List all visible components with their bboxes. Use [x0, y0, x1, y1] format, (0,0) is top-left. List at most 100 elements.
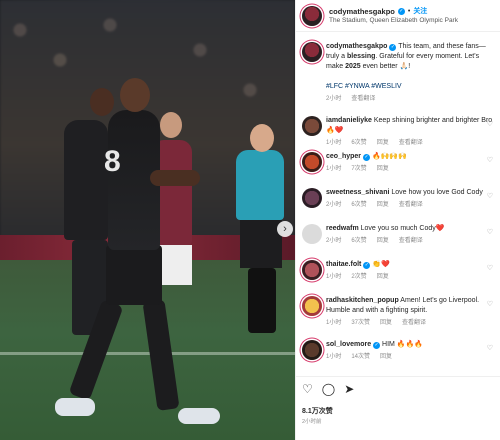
follow-button[interactable]: 关注 [413, 6, 427, 16]
caption-username[interactable]: codymathesgakpo [326, 43, 387, 50]
avatar[interactable] [302, 224, 322, 244]
comment-text: Love how you love God Cody [391, 189, 483, 196]
avatar[interactable] [302, 116, 322, 136]
comment-likes[interactable]: 6次赞 [351, 138, 366, 148]
jersey-number: 8 [104, 145, 121, 178]
caption-bold-1: blessing [347, 53, 376, 60]
opponent-head [160, 112, 182, 138]
comment-likes[interactable]: 6次赞 [351, 200, 366, 210]
reply-link[interactable]: 回复 [377, 272, 389, 282]
reply-link[interactable]: 回复 [377, 236, 389, 246]
comment-meta: 2小时 6次赞 回复 查看翻译 [326, 200, 494, 210]
share-icon[interactable]: ➤ [344, 383, 354, 395]
heart-icon[interactable]: ♡ [487, 156, 493, 164]
chevron-right-icon[interactable]: › [277, 221, 293, 237]
comment-time: 1小时 [326, 320, 342, 326]
comment-time: 1小时 [326, 140, 342, 146]
player-head [120, 78, 150, 112]
referee-shorts [240, 220, 282, 268]
comment-time: 1小时 [326, 354, 342, 360]
comment-meta: 1小时 7次赞 回复 [326, 164, 494, 174]
translate-link[interactable]: 查看翻译 [399, 138, 423, 148]
caption-bold-2: 2025 [345, 63, 361, 70]
avatar[interactable] [302, 42, 322, 62]
verified-icon: ✓ [397, 7, 405, 15]
comment-body: iamdanieliyke Keep shining brighter and … [326, 116, 494, 148]
comment-likes[interactable]: 7次赞 [351, 164, 366, 174]
verified-icon: ✓ [373, 342, 381, 349]
translate-link[interactable]: 查看翻译 [402, 318, 426, 328]
caption-time: 2小时 [326, 96, 342, 102]
username-link[interactable]: codymathesgakpo [329, 7, 395, 16]
likes-count[interactable]: 8.1万次赞 [302, 406, 333, 416]
comment-body: thaitae.folt ✓ 👏❤️ 1小时 2次赞 回复 [326, 260, 494, 282]
comment-username[interactable]: thaitae.folt [326, 261, 361, 268]
comment-username[interactable]: radhaskitchen_popup [326, 297, 399, 304]
comment-username[interactable]: iamdanieliyke [326, 117, 372, 124]
separator-dot: • [407, 7, 411, 15]
heart-icon[interactable]: ♡ [487, 264, 493, 272]
comment-time: 2小时 [326, 238, 342, 244]
translate-link[interactable]: 查看翻译 [399, 200, 423, 210]
avatar[interactable] [302, 152, 322, 172]
heart-icon[interactable]: ♡ [487, 344, 493, 352]
heart-icon[interactable]: ♡ [302, 383, 313, 395]
comment-text: Love you so much Cody❤️ [360, 225, 445, 232]
referee-head [250, 124, 274, 152]
heart-icon[interactable]: ♡ [487, 120, 493, 128]
post-time: 2小时前 [302, 419, 322, 425]
comment-meta: 1小时 37次赞 回复 查看翻译 [326, 318, 494, 328]
player-shorts [106, 245, 162, 305]
comment-icon[interactable]: ◯ [322, 383, 335, 395]
comment-meta: 1小时 2次赞 回复 [326, 272, 494, 282]
caption-hashtags[interactable]: #LFC #YNWA #WESLIV [326, 82, 494, 92]
comment-username[interactable]: sol_lovemore [326, 341, 371, 348]
caption-text-3: even better 🙏🏻! [360, 63, 411, 70]
heart-icon[interactable]: ♡ [487, 300, 493, 308]
teammate-shirt [64, 120, 108, 240]
comment-likes[interactable]: 14次赞 [351, 352, 370, 362]
post-header: codymathesgakpo ✓ • 关注 The Stadium, Quee… [296, 0, 500, 32]
comment-likes[interactable]: 37次赞 [351, 318, 370, 328]
avatar[interactable] [302, 296, 322, 316]
referee-legs [248, 268, 276, 333]
avatar[interactable] [302, 188, 322, 208]
player-arm [150, 170, 200, 186]
translate-link[interactable]: 查看翻译 [399, 236, 423, 246]
comment-body: ceo_hyper ✓ 🔥🙌🙌🙌 1小时 7次赞 回复 [326, 152, 494, 174]
heart-icon[interactable]: ♡ [487, 192, 493, 200]
comment-likes[interactable]: 2次赞 [351, 272, 366, 282]
reply-link[interactable]: 回复 [380, 352, 392, 362]
comment-username[interactable]: reedwafm [326, 225, 359, 232]
heart-icon[interactable]: ♡ [487, 228, 493, 236]
caption-body: codymathesgakpo ✓ This team, and these f… [326, 42, 494, 104]
reply-link[interactable]: 回复 [380, 318, 392, 328]
post-actions: ♡ ◯ ➤ 8.1万次赞 2小时前 [296, 376, 500, 440]
comment-body: radhaskitchen_popup Amen! Let's go Liver… [326, 296, 494, 328]
comment-meta: 2小时 6次赞 回复 查看翻译 [326, 236, 494, 246]
comment-text: HIM 🔥🔥🔥 [382, 341, 423, 348]
post-photo: 8 › [0, 0, 295, 440]
player-boot-right [178, 408, 220, 424]
comment-meta: 1小时 14次赞 回复 [326, 352, 494, 362]
post-panel: codymathesgakpo ✓ • 关注 The Stadium, Quee… [295, 0, 500, 440]
comment-username[interactable]: ceo_hyper [326, 153, 361, 160]
reply-link[interactable]: 回复 [377, 200, 389, 210]
comment-username[interactable]: sweetness_shivani [326, 189, 389, 196]
avatar[interactable] [302, 340, 322, 360]
verified-icon: ✓ [363, 262, 371, 269]
reply-link[interactable]: 回复 [377, 138, 389, 148]
reply-link[interactable]: 回复 [377, 164, 389, 174]
player-boot-left [55, 398, 95, 416]
comment-text: 👏❤️ [372, 261, 390, 268]
location-link[interactable]: The Stadium, Queen Elizabeth Olympic Par… [329, 17, 458, 24]
teammate-head [90, 88, 114, 116]
comment-meta: 1小时 6次赞 回复 查看翻译 [326, 138, 494, 148]
comment-body: reedwafm Love you so much Cody❤️ 2小时 6次赞… [326, 224, 494, 246]
translate-link[interactable]: 查看翻译 [351, 94, 375, 104]
avatar[interactable] [302, 260, 322, 280]
verified-icon: ✓ [389, 44, 397, 51]
avatar[interactable] [302, 6, 322, 26]
comment-likes[interactable]: 6次赞 [351, 236, 366, 246]
comment-time: 2小时 [326, 202, 342, 208]
